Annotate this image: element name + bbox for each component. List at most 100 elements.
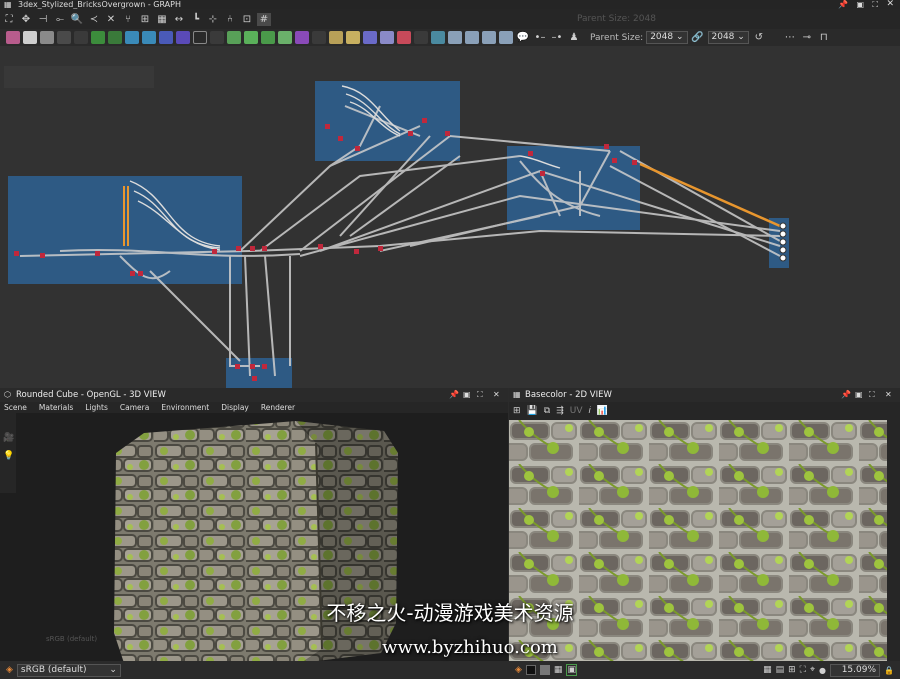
blend-icon[interactable] [193,31,207,44]
layers-icon[interactable]: ◈ [515,665,522,675]
cross-icon[interactable]: ✕ [104,13,118,26]
shuffle-icon[interactable] [74,31,88,44]
blur-icon[interactable] [295,31,309,44]
wire-icon[interactable]: ≺ [87,13,101,26]
graph-lock-icon[interactable]: ⊓ [817,31,831,44]
histogram-icon[interactable]: 📊 [597,406,608,416]
pin-node-icon[interactable] [482,31,496,44]
lock-icon[interactable]: 🔒 [884,666,894,675]
channels-icon[interactable]: ⇶ [556,406,564,416]
menu-materials[interactable]: Materials [39,402,73,413]
hierarchy-icon[interactable]: ┗ [189,13,203,26]
uv-toggle[interactable]: UV [570,406,583,416]
close-icon[interactable]: ✕ [493,390,502,399]
link-size-icon[interactable]: 🔗 [691,31,705,44]
graph-icon-2[interactable] [499,31,513,44]
link-icon[interactable]: ⟜ [53,13,67,26]
atomic-image-icon[interactable] [6,31,20,44]
menu-lights[interactable]: Lights [85,402,108,413]
align-icon[interactable]: ⊣ [36,13,50,26]
input-icon[interactable] [380,31,394,44]
colorspace-select[interactable]: sRGB (default) ⌄ [16,663,121,677]
output-size-select[interactable]: 2048 ⌄ [707,31,749,44]
speech-icon[interactable]: 💬 [516,31,530,44]
hsl-icon[interactable] [261,31,275,44]
zoom-field[interactable]: 15.09% [830,663,881,677]
black-swatch[interactable] [525,665,536,675]
edge-icon[interactable] [329,31,343,44]
graph-canvas[interactable] [0,46,900,388]
grid-icon[interactable]: ▦ [155,13,169,26]
layout-icon[interactable]: ⊞ [513,406,521,416]
layout-icon[interactable]: ⊞ [138,13,152,26]
parent-size-select[interactable]: 2048 ⌄ [646,31,688,44]
bitmap-icon[interactable] [23,31,37,44]
levels-icon[interactable] [210,31,224,44]
pin-icon[interactable]: 📌 [838,0,848,9]
restore-icon[interactable]: ▣ [856,0,864,9]
restore-icon[interactable]: ▣ [855,390,864,399]
normal-icon[interactable] [244,31,258,44]
tile-icon[interactable]: ▦ [554,665,563,675]
arc-icon[interactable] [176,31,190,44]
fit-icon[interactable]: ⛶ [800,665,806,675]
info-icon[interactable]: 𝑖 [589,406,591,416]
save-icon[interactable]: 💾 [527,406,538,416]
svg-icon[interactable] [40,31,54,44]
camera-icon[interactable]: 🎥 [3,433,14,443]
menu-camera[interactable]: Camera [120,402,149,413]
connect-icon[interactable]: ⊸ [800,31,814,44]
pixel-proc-icon[interactable] [431,31,445,44]
image-icon[interactable]: ⊡ [240,13,254,26]
text-icon[interactable] [363,31,377,44]
arrow-h-icon[interactable]: ↔ [172,13,186,26]
fx-map-icon[interactable] [57,31,71,44]
maximize-icon[interactable]: ⛶ [477,390,486,399]
curve-icon[interactable] [108,31,122,44]
comment-icon[interactable] [448,31,462,44]
gradient-icon[interactable] [91,31,105,44]
transform-icon[interactable] [142,31,156,44]
pixel-icon[interactable]: ▤ [776,665,785,675]
node-icon[interactable]: ⊹ [206,13,220,26]
close-icon[interactable]: ✕ [885,390,894,399]
tile-icon[interactable] [125,31,139,44]
menu-display[interactable]: Display [221,402,249,413]
light-icon[interactable]: 💡 [3,451,14,461]
crosshair-icon[interactable]: ⌖ [810,665,815,675]
checker-swatch[interactable] [539,665,550,675]
output-icon[interactable] [414,31,428,44]
snap-grid-icon[interactable]: # [257,12,271,26]
reset-icon[interactable]: ↺ [752,31,766,44]
slider-icon[interactable]: –• [550,31,564,44]
search-icon[interactable]: 🔍 [70,13,84,26]
frame-icon[interactable] [465,31,479,44]
pan-icon[interactable]: ✥ [19,13,33,26]
random-icon[interactable]: ⋯ [783,31,797,44]
menu-renderer[interactable]: Renderer [261,402,295,413]
maximize-icon[interactable]: ⛶ [872,0,878,9]
grid-icon[interactable]: ▦ [763,665,772,675]
menu-scene[interactable]: Scene [4,402,27,413]
triangle-icon[interactable] [346,31,360,44]
dot-link-icon[interactable]: •– [533,31,547,44]
image-icon[interactable]: ▣ [566,664,577,676]
distance-icon[interactable] [312,31,326,44]
menu-environment[interactable]: Environment [161,402,209,413]
emboss-icon[interactable] [227,31,241,44]
sharpen-icon[interactable] [278,31,292,44]
warp-icon[interactable] [159,31,173,44]
maximize-icon[interactable]: ⛶ [869,390,878,399]
split-icon[interactable]: ⑂ [121,13,135,26]
restore-icon[interactable]: ▣ [463,390,472,399]
close-icon[interactable]: ✕ [886,0,894,9]
frame-all-icon[interactable]: ⛶ [2,13,16,26]
figure-icon[interactable]: ♟ [567,31,581,44]
zoom-dot-icon[interactable]: ● [819,666,826,675]
paint-icon[interactable] [397,31,411,44]
pin-icon[interactable]: 📌 [449,390,459,399]
fork-icon[interactable]: ⑃ [223,13,237,26]
layers-icon[interactable]: ◈ [6,665,13,675]
pin-icon[interactable]: 📌 [841,390,851,399]
copy-icon[interactable]: ⧉ [544,406,550,416]
